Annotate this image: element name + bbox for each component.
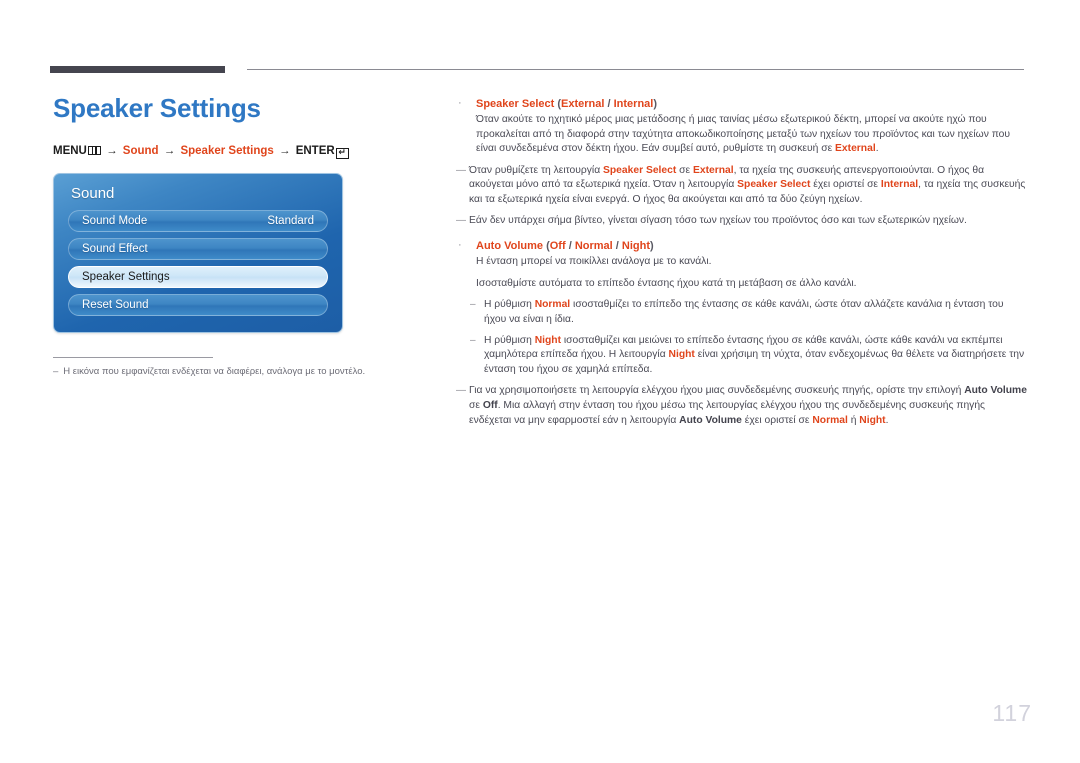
osd-row-label: Reset Sound — [82, 299, 149, 311]
footnote: ‒ Η εικόνα που εμφανίζεται ενδέχεται να … — [53, 365, 393, 378]
inline-term-external: External — [692, 164, 734, 176]
section-paragraph: Η ένταση μπορεί να ποικίλλει ανάλογα με … — [476, 256, 712, 268]
bullet-item: · Speaker Select (External / Internal) Ό… — [456, 96, 1028, 158]
section-title-main: Auto Volume — [476, 240, 544, 253]
sub-item-text: Η ρύθμιση Night ισοσταθμίζει και μειώνει… — [484, 334, 1025, 375]
section-title-rest: (Off / Normal / Night) — [543, 240, 654, 253]
sub-item-text: Για να χρησιμοποιήσετε τη λειτουργία ελέ… — [469, 385, 1027, 426]
footnote-block: ‒ Η εικόνα που εμφανίζεται ενδέχεται να … — [53, 357, 393, 378]
enter-return-icon: ↵ — [335, 148, 349, 159]
osd-heading: Sound — [71, 185, 115, 202]
section-paragraph: Ισοσταθμίστε αυτόματα το επίπεδο έντασης… — [476, 277, 857, 289]
section-paragraph: Όταν ακούτε το ηχητικό μέρος μιας μετάδο… — [476, 114, 1011, 155]
page-number: 117 — [992, 700, 1032, 726]
inline-term-off: Off — [482, 399, 498, 411]
manual-page: Speaker Settings MENU → Sound → Speaker … — [0, 0, 1080, 763]
osd-row-reset-sound[interactable]: Reset Sound — [68, 294, 328, 316]
inline-term-speaker-select: Speaker Select — [737, 179, 811, 191]
sub-item-text: Όταν ρυθμίζετε τη λειτουργία Speaker Sel… — [469, 164, 1026, 205]
breadcrumb-arrow-3: → — [279, 145, 291, 157]
osd-row-sound-effect[interactable]: Sound Effect — [68, 238, 328, 260]
sub-item-level1: — Εάν δεν υπάρχει σήμα βίντεο, γίνεται σ… — [456, 214, 1028, 229]
footnote-divider — [53, 357, 213, 358]
section-auto-volume: · Auto Volume (Off / Normal / Night) Η έ… — [456, 238, 1028, 428]
sub-item-level1: — Όταν ρυθμίζετε τη λειτουργία Speaker S… — [456, 164, 1028, 208]
sub-item-level1: — Για να χρησιμοποιήσετε τη λειτουργία ε… — [456, 384, 1028, 428]
inline-term-auto-volume: Auto Volume — [679, 414, 742, 426]
osd-row-label: Sound Mode — [82, 215, 148, 227]
osd-row-sound-mode[interactable]: Sound Mode Standard — [68, 210, 328, 232]
osd-sound-menu-panel: Sound Sound Mode Standard Sound Effect S… — [53, 173, 343, 333]
long-dash-icon: — — [456, 164, 466, 176]
bullet-item: · Auto Volume (Off / Normal / Night) Η έ… — [456, 238, 1028, 292]
menu-bars-icon — [87, 146, 101, 155]
header-thin-line — [247, 69, 1024, 70]
section-title-rest: (External / Internal) — [554, 98, 658, 110]
breadcrumb-arrow-2: → — [163, 145, 176, 157]
long-dash-icon: — — [456, 214, 466, 226]
breadcrumb-arrow-1: → — [106, 145, 118, 157]
section-speaker-select: · Speaker Select (External / Internal) Ό… — [456, 96, 1028, 228]
section-title: Speaker Select (External / Internal) — [476, 96, 1028, 112]
inline-term-normal: Normal — [534, 299, 571, 311]
osd-row-value: Standard — [267, 215, 314, 227]
header-rule — [50, 66, 1024, 74]
breadcrumb-item-speaker-settings: Speaker Settings — [180, 145, 274, 157]
footnote-dash: ‒ — [53, 366, 59, 377]
inline-term-speaker-select: Speaker Select — [603, 164, 677, 176]
breadcrumb-item-sound: Sound — [122, 145, 159, 157]
inline-term-normal: Normal — [812, 414, 848, 426]
osd-row-speaker-settings[interactable]: Speaker Settings — [68, 266, 328, 288]
inline-term-internal: Internal — [880, 179, 919, 191]
long-dash-icon: — — [456, 385, 466, 397]
section-title: Auto Volume (Off / Normal / Night) — [476, 238, 1028, 254]
breadcrumb: MENU → Sound → Speaker Settings → ENTER ↵ — [53, 144, 440, 159]
left-column: Speaker Settings MENU → Sound → Speaker … — [50, 92, 440, 378]
inline-term-night: Night — [859, 414, 886, 426]
bullet-dot-icon: · — [458, 239, 462, 252]
sub-item-level2: – Η ρύθμιση Normal ισοσταθμίζει το επίπε… — [456, 298, 1028, 327]
section-title-main: Speaker Select — [476, 98, 555, 110]
footnote-text: Η εικόνα που εμφανίζεται ενδέχεται να δι… — [63, 366, 366, 377]
bullet-body: Speaker Select (External / Internal) Ότα… — [476, 96, 1028, 158]
bullet-body: Auto Volume (Off / Normal / Night) Η έντ… — [476, 238, 1028, 292]
sub-item-level2: – Η ρύθμιση Night ισοσταθμίζει και μειών… — [456, 334, 1028, 378]
header-dark-bar — [50, 66, 225, 73]
breadcrumb-menu-label: MENU — [53, 145, 87, 157]
osd-row-label: Speaker Settings — [82, 271, 170, 283]
right-column: · Speaker Select (External / Internal) Ό… — [456, 96, 1028, 432]
osd-row-label: Sound Effect — [82, 243, 148, 255]
inline-term-night: Night — [668, 349, 695, 361]
sub-item-text: Εάν δεν υπάρχει σήμα βίντεο, γίνεται σίγ… — [469, 214, 967, 226]
sub-item-text: Η ρύθμιση Normal ισοσταθμίζει το επίπεδο… — [484, 299, 1004, 325]
page-title: Speaker Settings — [53, 93, 261, 123]
inline-term-night: Night — [534, 334, 561, 346]
en-dash-icon: – — [470, 299, 476, 311]
breadcrumb-enter-label: ENTER — [295, 145, 335, 157]
inline-term-auto-volume: Auto Volume — [964, 385, 1027, 397]
en-dash-icon: – — [470, 334, 476, 346]
inline-term-external: External — [835, 143, 876, 155]
bullet-dot-icon: · — [458, 97, 462, 109]
